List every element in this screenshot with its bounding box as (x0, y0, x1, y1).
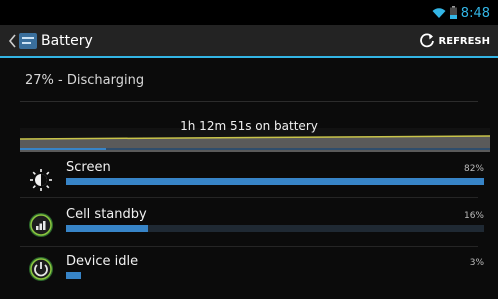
usage-bar-fill (66, 225, 148, 232)
usage-label: Device idle (66, 254, 139, 269)
usage-percent: 3% (469, 258, 484, 268)
refresh-label: REFRESH (438, 36, 490, 47)
cell-signal-icon (27, 211, 55, 239)
usage-bar-fill (66, 272, 82, 279)
divider (20, 246, 478, 247)
battery-icon (449, 4, 457, 23)
usage-label: Screen (66, 160, 111, 175)
usage-label: Cell standby (66, 207, 147, 222)
usage-percent: 82% (463, 164, 484, 174)
divider (20, 101, 478, 102)
power-icon (27, 255, 55, 283)
usage-bar (66, 178, 484, 185)
usage-row-cell-standby[interactable]: Cell standby 16% (0, 203, 498, 251)
wifi-icon (432, 4, 446, 23)
clock: 8:48 (460, 6, 490, 21)
usage-bar (66, 272, 484, 279)
brightness-icon (27, 166, 55, 194)
divider (20, 197, 478, 198)
usage-bar-fill (66, 178, 484, 185)
status-icons: 8:48 (432, 4, 490, 23)
graph-label: 1h 12m 51s on battery (180, 119, 318, 133)
status-bar: 8:48 (0, 0, 498, 25)
page-title: Battery (41, 33, 93, 49)
usage-percent: 16% (463, 211, 484, 221)
usage-bar (66, 225, 484, 232)
battery-summary: 27% - Discharging (25, 73, 145, 88)
refresh-icon (419, 32, 435, 51)
settings-app-icon[interactable] (18, 31, 38, 51)
action-bar: Battery REFRESH (0, 25, 498, 58)
refresh-button[interactable]: REFRESH (419, 32, 490, 51)
